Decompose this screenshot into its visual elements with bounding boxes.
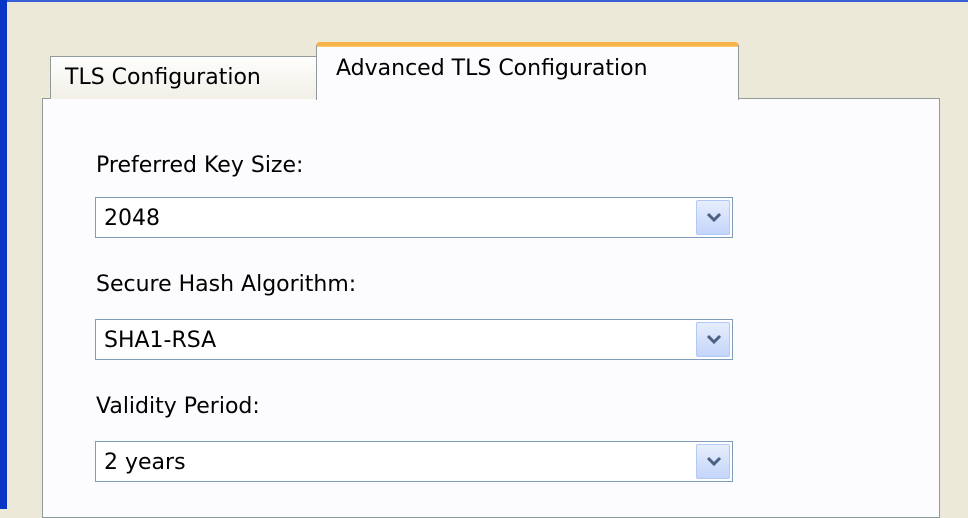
chevron-down-icon [706, 212, 722, 223]
chevron-down-icon [706, 456, 722, 467]
secure-hash-algorithm-dropdown-button[interactable] [696, 322, 730, 357]
validity-period-dropdown[interactable]: 2 years [95, 441, 733, 482]
chevron-down-icon [706, 334, 722, 345]
validity-period-value: 2 years [104, 450, 186, 475]
tab-label: Advanced TLS Configuration [336, 56, 648, 81]
validity-period-label: Validity Period: [96, 394, 260, 419]
tab-advanced-tls-configuration[interactable]: Advanced TLS Configuration [316, 42, 739, 100]
preferred-key-size-dropdown[interactable]: 2048 [95, 197, 733, 238]
secure-hash-algorithm-dropdown[interactable]: SHA1-RSA [95, 319, 733, 360]
window-left-border [0, 0, 7, 509]
secure-hash-algorithm-value: SHA1-RSA [104, 328, 217, 353]
preferred-key-size-label: Preferred Key Size: [96, 153, 304, 178]
window-top-border [0, 0, 968, 2]
tab-tls-configuration[interactable]: TLS Configuration [50, 56, 318, 99]
preferred-key-size-dropdown-button[interactable] [696, 200, 730, 235]
preferred-key-size-value: 2048 [104, 206, 160, 231]
validity-period-dropdown-button[interactable] [696, 444, 730, 479]
secure-hash-algorithm-label: Secure Hash Algorithm: [96, 272, 357, 297]
tab-label: TLS Configuration [65, 65, 261, 90]
